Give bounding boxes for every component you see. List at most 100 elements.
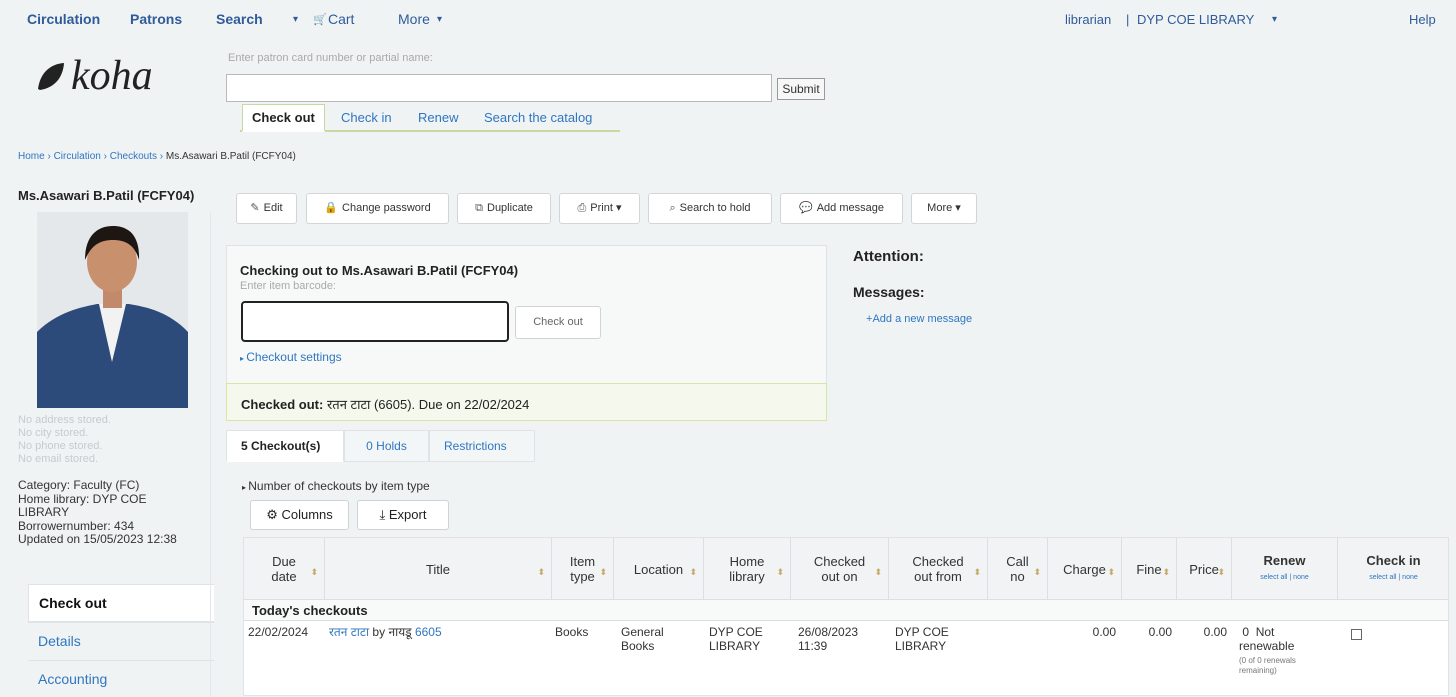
author-text: नायडू	[388, 625, 412, 639]
side-menu-details[interactable]: Details	[28, 622, 214, 660]
cell-checked-out-from: DYP COE LIBRARY	[895, 625, 949, 653]
col-checked-out-from-line2: out from	[914, 569, 962, 584]
nav-search[interactable]: Search	[216, 11, 263, 27]
comment-icon: 💬	[799, 202, 813, 214]
cart-icon[interactable]: 🛒	[313, 13, 327, 26]
side-menu-accounting[interactable]: Accounting	[28, 660, 214, 697]
nav-circulation[interactable]: Circulation	[27, 11, 100, 27]
search-tabs: Check out Check in Renew Search the cata…	[240, 104, 620, 132]
checkouts-table: Due date ⬍ Title ⬍ Item type ⬍ Location ⬍ Home…	[243, 537, 1449, 696]
sort-icon: ⬍	[310, 567, 318, 577]
checkout-title: Checking out to Ms.Asawari B.Patil (FCFY…	[240, 263, 519, 278]
sort-icon: ⬍	[874, 567, 882, 577]
checkouts-by-type-toggle[interactable]: ▸ Number of checkouts by item type	[242, 479, 430, 493]
more-caret-icon: ▾	[437, 14, 443, 25]
more-button[interactable]: More ▾	[911, 193, 977, 224]
edit-label: Edit	[263, 202, 283, 214]
checkout-confirmation-text: रतन टाटा (6605). Due on 22/02/2024	[326, 397, 530, 412]
duplicate-button[interactable]: ⧉ Duplicate	[457, 193, 551, 224]
check-in-checkbox[interactable]	[1351, 629, 1362, 640]
change-password-button[interactable]: 🔒 Change password	[306, 193, 449, 224]
tab-check-out[interactable]: Check out	[242, 104, 325, 132]
nav-patrons[interactable]: Patrons	[130, 11, 182, 27]
search-dropdown-caret-icon[interactable]: ▾	[293, 14, 298, 25]
checkin-select-all-link[interactable]: select all | none	[1366, 570, 1420, 585]
sort-icon: ⬍	[689, 567, 697, 577]
col-renew: Renew select all | none	[1232, 538, 1338, 600]
logged-in-user[interactable]: librarian	[1065, 12, 1111, 27]
patron-name-heading: Ms.Asawari B.Patil (FCFY04)	[18, 188, 195, 203]
patron-submit-button[interactable]: Submit	[777, 78, 825, 100]
renew-status: 0 Not	[1239, 625, 1335, 639]
columns-button[interactable]: ⚙ Columns	[250, 500, 349, 530]
tab-search-catalog[interactable]: Search the catalog	[484, 110, 592, 125]
col-item-type[interactable]: Item type ⬍	[552, 538, 614, 600]
col-checked-out-from[interactable]: Checked out from ⬍	[889, 538, 988, 600]
add-new-message-link[interactable]: +Add a new message	[866, 313, 972, 325]
cell-title: रतन टाटा by नायडू 6605	[329, 625, 442, 639]
barcode-input[interactable]	[241, 301, 509, 342]
print-label: Print	[590, 202, 613, 214]
col-item-type-line1: Item	[569, 554, 596, 569]
check-out-button[interactable]: Check out	[515, 306, 601, 339]
nav-cart[interactable]: Cart	[328, 11, 354, 27]
sort-icon: ⬍	[776, 567, 784, 577]
col-checked-out-on-line1: Checked	[813, 554, 866, 569]
renew-note: (0 of 0 renewals remaining)	[1239, 656, 1335, 676]
library-selector[interactable]: DYP COE LIBRARY	[1137, 12, 1254, 27]
cell-home-library-line1: DYP COE	[709, 625, 763, 639]
export-label: Export	[388, 507, 427, 522]
sort-icon: ⬍	[973, 567, 981, 577]
sort-icon: ⬍	[1033, 567, 1041, 577]
koha-logo[interactable]: koha	[34, 52, 153, 100]
cell-charge: 0.00	[1092, 625, 1116, 639]
patron-photo-image	[37, 212, 188, 408]
add-message-button[interactable]: 💬 Add message	[780, 193, 903, 224]
library-caret-icon: ▾	[1272, 14, 1278, 25]
col-title[interactable]: Title ⬍	[325, 538, 552, 600]
nav-help[interactable]: Help	[1409, 12, 1436, 27]
breadcrumb-home[interactable]: Home	[18, 151, 45, 162]
col-fine[interactable]: Fine ⬍	[1122, 538, 1177, 600]
col-location[interactable]: Location ⬍	[614, 538, 704, 600]
top-navigation: Circulation Patrons Search ▾ 🛒 Cart More…	[0, 0, 1456, 36]
search-to-hold-button[interactable]: ⌕ Search to hold	[648, 193, 772, 224]
title-link[interactable]: रतन टाटा	[329, 625, 369, 639]
breadcrumb-checkouts[interactable]: Checkouts	[110, 151, 157, 162]
col-call-no-line2: no	[1010, 569, 1025, 584]
col-home-library[interactable]: Home library ⬍	[704, 538, 791, 600]
tab-restrictions[interactable]: Restrictions	[429, 430, 535, 462]
renew-select-all-link[interactable]: select all | none	[1260, 570, 1309, 585]
side-menu-check-out[interactable]: Check out	[28, 584, 214, 622]
columns-label: Columns	[281, 507, 333, 522]
col-checked-out-on[interactable]: Checked out on ⬍	[791, 538, 889, 600]
col-due-date[interactable]: Due date ⬍	[244, 538, 325, 600]
no-address-text: No address stored.	[18, 414, 111, 426]
nav-more[interactable]: More	[398, 11, 430, 27]
patron-search-input[interactable]	[226, 74, 772, 102]
barcode-link[interactable]: 6605	[415, 625, 442, 639]
col-charge[interactable]: Charge ⬍	[1048, 538, 1122, 600]
col-checked-out-on-line2: out on	[821, 569, 858, 584]
col-call-no[interactable]: Call no ⬍	[988, 538, 1048, 600]
table-row: 22/02/2024 रतन टाटा by नायडू 6605 Books …	[244, 621, 1448, 695]
checkout-settings-toggle[interactable]: ▸ Checkout settings	[240, 350, 342, 364]
checkouts-by-type-label: Number of checkouts by item type	[248, 479, 430, 493]
tab-check-in[interactable]: Check in	[341, 110, 392, 125]
cell-location-line2: Books	[621, 639, 655, 653]
search-icon: ⌕	[669, 202, 676, 214]
col-fine-label: Fine	[1136, 561, 1162, 577]
attention-heading: Attention:	[853, 248, 924, 265]
patron-category: Category: Faculty (FC)	[18, 478, 140, 492]
breadcrumb-circulation[interactable]: Circulation	[54, 151, 101, 162]
sort-icon: ⬍	[1217, 567, 1225, 577]
print-button[interactable]: ⎙ Print ▾	[559, 193, 640, 224]
edit-button[interactable]: ✎ Edit	[236, 193, 297, 224]
tab-checkouts[interactable]: 5 Checkout(s)	[226, 430, 344, 462]
tab-renew[interactable]: Renew	[418, 110, 458, 125]
col-renew-label: Renew	[1263, 553, 1306, 568]
tab-holds[interactable]: 0 Holds	[344, 430, 429, 462]
col-price[interactable]: Price ⬍	[1177, 538, 1232, 600]
export-button[interactable]: ⤓ Export	[357, 500, 449, 530]
download-icon: ⤓	[379, 507, 389, 522]
